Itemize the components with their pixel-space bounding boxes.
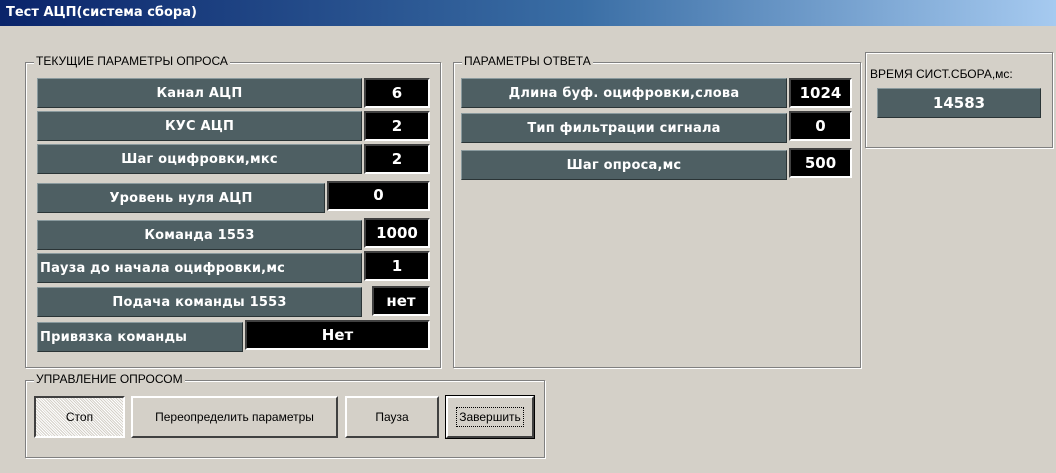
system-time-label: ВРЕМЯ СИСТ.СБОРА,мс: bbox=[870, 67, 1013, 81]
buffer-length-value[interactable]: 1024 bbox=[789, 78, 852, 108]
finish-button[interactable]: Завершить bbox=[445, 395, 535, 439]
pause-before-sampling-label: Пауза до начала оцифровки,мс bbox=[37, 253, 362, 283]
command-1553-send-value[interactable]: нет bbox=[372, 286, 430, 316]
adc-test-window: Тест АЦП(система сбора) ТЕКУЩИЕ ПАРАМЕТР… bbox=[0, 0, 1056, 473]
control-legend: УПРАВЛЕНИЕ ОПРОСОМ bbox=[34, 372, 185, 386]
command-1553-label: Команда 1553 bbox=[37, 220, 362, 250]
command-binding-value[interactable]: Нет bbox=[245, 320, 430, 350]
adc-channel-value[interactable]: 6 bbox=[364, 78, 430, 108]
adc-zero-level-value[interactable]: 0 bbox=[327, 181, 430, 211]
pause-button[interactable]: Пауза bbox=[345, 396, 439, 438]
adc-gain-value[interactable]: 2 bbox=[364, 111, 430, 141]
filter-type-value[interactable]: 0 bbox=[789, 111, 852, 141]
adc-channel-label: Канал АЦП bbox=[37, 78, 362, 108]
redefine-params-button[interactable]: Переопределить параметры bbox=[131, 396, 338, 438]
adc-gain-label: КУС АЦП bbox=[37, 111, 362, 141]
sampling-step-value[interactable]: 2 bbox=[364, 144, 430, 174]
system-time-value: 14583 bbox=[877, 88, 1041, 118]
title-bar[interactable]: Тест АЦП(система сбора) bbox=[0, 0, 1056, 26]
response-params-legend: ПАРАМЕТРЫ ОТВЕТА bbox=[462, 54, 593, 68]
system-time-panel: ВРЕМЯ СИСТ.СБОРА,мс: 14583 bbox=[865, 52, 1053, 148]
filter-type-label: Тип фильтрации сигнала bbox=[461, 113, 787, 143]
pause-before-sampling-value[interactable]: 1 bbox=[364, 251, 430, 281]
command-binding-label: Привязка команды bbox=[37, 322, 243, 352]
buffer-length-label: Длина буф. оцифровки,слова bbox=[461, 78, 787, 108]
adc-zero-level-label: Уровень нуля АЦП bbox=[37, 183, 325, 213]
current-params-legend: ТЕКУЩИЕ ПАРАМЕТРЫ ОПРОСА bbox=[34, 54, 230, 68]
stop-button[interactable]: Стоп bbox=[34, 396, 125, 438]
sampling-step-label: Шаг оцифровки,мкс bbox=[37, 144, 362, 174]
command-1553-send-label: Подача команды 1553 bbox=[37, 287, 362, 317]
poll-step-label: Шаг опроса,мс bbox=[461, 150, 787, 180]
command-1553-value[interactable]: 1000 bbox=[364, 218, 430, 248]
redefine-params-button-label: Переопределить параметры bbox=[155, 410, 314, 424]
window-title: Тест АЦП(система сбора) bbox=[6, 5, 197, 20]
poll-step-value[interactable]: 500 bbox=[789, 148, 852, 178]
pause-button-label: Пауза bbox=[375, 410, 409, 424]
stop-button-label: Стоп bbox=[65, 410, 94, 424]
finish-button-label: Завершить bbox=[456, 407, 524, 427]
